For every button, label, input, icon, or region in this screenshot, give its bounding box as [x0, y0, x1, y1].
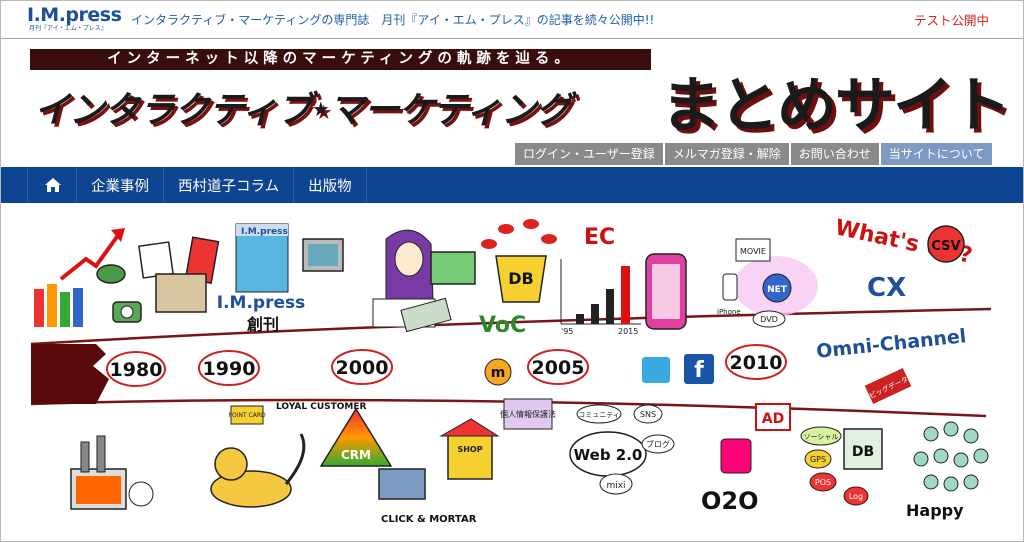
db-label-1: DB [508, 269, 533, 288]
year-1990: 1990 [198, 350, 260, 386]
happy-crowd-drawing [913, 421, 989, 492]
pos-label: POS [815, 478, 831, 487]
web20-label: Web 2.0 [574, 446, 643, 464]
svg-text:1980: 1980 [110, 359, 163, 381]
happy-label: Happy [906, 501, 964, 520]
banner-title-part-a: インタラクティブ [34, 90, 313, 131]
top-bar: I.M.press 月刊『アイ・エム・プレス』 インタラクティブ・マーケティング… [1, 1, 1023, 39]
ec-growth-chart-drawing: '95 2015 [560, 259, 641, 336]
hero-illustration: 1980 1990 2000 2005 2010 I.M.press I.M.p… [1, 204, 1023, 541]
db-label-2: DB [852, 444, 874, 460]
community-label: コミュニティ [578, 411, 620, 419]
svg-text:SHOP: SHOP [457, 445, 482, 454]
cx-label: CX [867, 273, 906, 303]
voc-label: VoC [479, 313, 526, 338]
facebook-f-label: f [694, 358, 704, 383]
year-2005: 2005 [527, 349, 589, 385]
impress-label: I.M.press [217, 293, 305, 313]
lips-drawing [481, 219, 557, 249]
documents-drawing [138, 236, 220, 313]
banner-title-part-b: マーケティング [328, 90, 572, 131]
login-register-button[interactable]: ログイン・ユーザー登録 [515, 143, 663, 165]
twitter-bird-icon [642, 357, 670, 383]
page-frame: I.M.press 月刊『アイ・エム・プレス』 インタラクティブ・マーケティング… [0, 0, 1024, 542]
cat-drawing [210, 433, 306, 508]
main-nav: 企業事例 西村道子コラム 出版物 [1, 167, 1023, 203]
newsletter-button[interactable]: メルマガ登録・解除 [664, 143, 789, 165]
woman-with-laptop-drawing [372, 229, 476, 333]
svg-text:NET: NET [767, 285, 788, 295]
svg-text:2015: 2015 [618, 327, 638, 336]
banner-matome-title: まとめサイト [661, 71, 1011, 141]
impress-magazine-drawing: I.M.press [235, 223, 289, 293]
utility-nav: ログイン・ユーザー登録 メルマガ登録・解除 お問い合わせ 当サイトについて [515, 143, 993, 165]
nav-publications[interactable]: 出版物 [294, 167, 367, 203]
svg-text:I.M.press: I.M.press [241, 227, 288, 237]
blog-label: ブログ [646, 439, 670, 449]
rainbow-bar-chart-drawing [34, 284, 83, 327]
banner-catchphrase: インターネット以降のマーケティングの軌跡を辿る。 [30, 49, 651, 70]
mixi-label: mixi [606, 481, 625, 491]
year-2010: 2010 [725, 344, 787, 380]
logo-subtext: 月刊『アイ・エム・プレス』 [29, 25, 107, 32]
social-label: ソーシャル [804, 433, 839, 441]
site-logo[interactable]: I.M.press 月刊『アイ・エム・プレス』 [27, 4, 122, 35]
nav-home[interactable] [27, 167, 77, 203]
laptop-cart-drawing [378, 468, 426, 500]
computer-drawing [302, 238, 344, 272]
svg-text:'95: '95 [561, 327, 573, 336]
star-icon: ★ [311, 97, 330, 121]
svg-text:iPhone: iPhone [717, 308, 741, 316]
svg-text:2005: 2005 [532, 357, 585, 379]
log-label: Log [849, 492, 863, 501]
svg-text:1990: 1990 [203, 358, 256, 380]
year-2000: 2000 [331, 349, 393, 385]
founded-label: 創刊 [246, 315, 279, 334]
telephone-drawing [96, 264, 142, 323]
m-label: m [491, 365, 506, 381]
click-mortar-label: CLICK & MORTAR [381, 514, 477, 525]
home-icon [45, 178, 61, 192]
sns-label: SNS [640, 410, 656, 419]
omni-channel-label: Omni-Channel [815, 325, 967, 363]
banner-title: インタラクティブ★マーケティング [34, 81, 572, 133]
year-1980: 1980 [106, 351, 166, 387]
csv-label: CSV [931, 239, 960, 254]
svg-text:POINT CARD: POINT CARD [228, 412, 266, 419]
nav-case-studies[interactable]: 企業事例 [77, 167, 164, 203]
test-publish-link[interactable]: テスト公開中 [914, 10, 989, 29]
gps-label: GPS [810, 455, 826, 464]
site-tagline: インタラクティブ・マーケティングの専門誌 月刊『アイ・エム・プレス』の記事を続々… [131, 13, 655, 27]
svg-text:2000: 2000 [336, 357, 389, 379]
loyal-customer-label: LOYAL CUSTOMER [276, 402, 367, 412]
o2o-label: O2O [701, 487, 759, 515]
crm-label: CRM [341, 448, 371, 462]
factory-drawing [70, 435, 154, 510]
svg-text:2010: 2010 [730, 352, 783, 374]
contact-button[interactable]: お問い合わせ [790, 143, 879, 165]
smartphone-drawing [645, 253, 687, 330]
timeline-illustration: 1980 1990 2000 2005 2010 I.M.press I.M.p… [30, 215, 992, 525]
shop-drawing: SHOP [439, 418, 500, 480]
ec-label: EC [584, 225, 615, 250]
logo-text: I.M.press [27, 4, 122, 26]
phone-coupon-drawing [720, 438, 752, 474]
privacy-law-label: 個人情報保護法 [500, 409, 556, 419]
nav-nishimura-column[interactable]: 西村道子コラム [164, 167, 295, 203]
ad-label: AD [762, 411, 784, 427]
about-site-button[interactable]: 当サイトについて [880, 143, 993, 165]
svg-text:DVD: DVD [760, 315, 778, 324]
svg-text:MOVIE: MOVIE [740, 247, 766, 256]
